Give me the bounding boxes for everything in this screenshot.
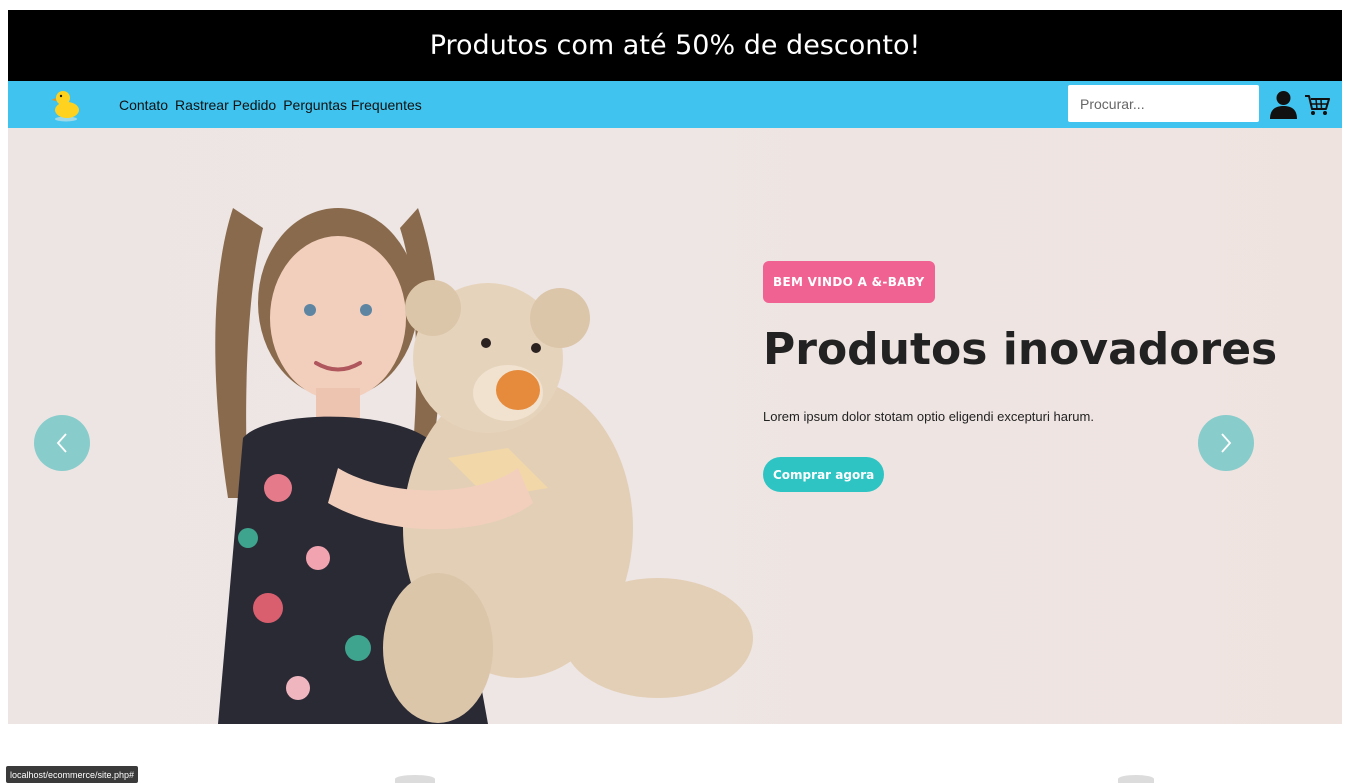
- carousel-next-button[interactable]: [1198, 415, 1254, 471]
- promo-text: Produtos com até 50% de desconto!: [429, 30, 921, 61]
- nav-links: Contato Rastrear Pedido Perguntas Freque…: [119, 81, 422, 128]
- duck-logo-icon[interactable]: [52, 88, 80, 122]
- user-icon[interactable]: [1270, 90, 1297, 119]
- hero-subtitle: Lorem ipsum dolor stotam optio eligendi …: [763, 409, 1094, 424]
- hero-badge: BEM VINDO A &-BABY: [763, 261, 935, 303]
- top-navbar: Contato Rastrear Pedido Perguntas Freque…: [8, 81, 1342, 128]
- section-peek-left: [395, 775, 435, 783]
- cart-icon[interactable]: [1304, 94, 1330, 116]
- promo-banner: Produtos com até 50% de desconto!: [8, 10, 1342, 81]
- hero-carousel: BEM VINDO A &-BABY Produtos inovadores L…: [8, 128, 1342, 724]
- nav-link-contato[interactable]: Contato: [119, 97, 168, 113]
- nav-link-perguntas-frequentes[interactable]: Perguntas Frequentes: [283, 97, 422, 113]
- hero-image: [215, 208, 753, 724]
- search-input[interactable]: [1068, 85, 1259, 122]
- nav-link-rastrear-pedido[interactable]: Rastrear Pedido: [175, 97, 276, 113]
- hero-title: Produtos inovadores: [763, 324, 1278, 375]
- chevron-right-icon: [1221, 433, 1232, 453]
- section-peek-right: [1118, 775, 1154, 783]
- carousel-prev-button[interactable]: [34, 415, 90, 471]
- buy-now-button[interactable]: Comprar agora: [763, 457, 885, 492]
- chevron-left-icon: [56, 433, 67, 453]
- status-bar-url: localhost/ecommerce/site.php#: [6, 766, 139, 783]
